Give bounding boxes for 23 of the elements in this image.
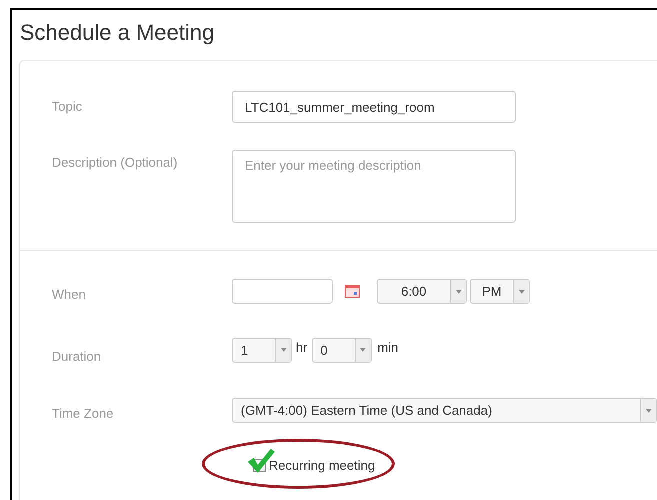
caret-icon xyxy=(354,338,371,362)
time-zone-select[interactable]: (GMT-4:00) Eastern Time (US and Canada) xyxy=(232,398,657,424)
hours-select[interactable]: 1 xyxy=(232,338,292,363)
ampm-select[interactable]: PM xyxy=(470,279,530,304)
field-label: Description (Optional) xyxy=(52,154,179,172)
description-field[interactable]: Enter your meeting description xyxy=(232,150,516,223)
date-field[interactable] xyxy=(232,279,333,304)
caret-icon xyxy=(513,280,529,304)
field-label: Time Zone xyxy=(52,405,115,423)
minutes-select[interactable]: 0 xyxy=(312,338,372,363)
unit-label: hr xyxy=(296,338,308,356)
unit-label: min xyxy=(378,338,399,356)
time-select[interactable]: 6:00 xyxy=(377,279,467,304)
caret-icon xyxy=(640,399,656,422)
field-label: When xyxy=(52,286,87,304)
field-label: Duration xyxy=(52,348,102,366)
calendar-icon[interactable] xyxy=(345,285,360,298)
caret-icon xyxy=(275,338,291,362)
recurring-checkbox[interactable]: Recurring meeting xyxy=(246,448,376,474)
caret-icon xyxy=(450,280,466,304)
field-label: Topic xyxy=(52,98,84,116)
page-title: Schedule a Meeting xyxy=(19,19,216,47)
topic-field[interactable]: LTC101_summer_meeting_room xyxy=(232,91,516,123)
